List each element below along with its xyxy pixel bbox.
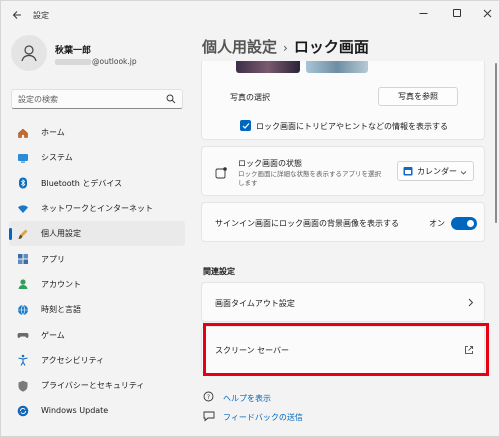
background-settings-card: 写真の選択 写真を参照 ロック画面にトリビアやヒントなどの情報を表示する (201, 61, 485, 140)
signin-background-label: サインイン画面にロック画面の背景画像を表示する (215, 219, 399, 228)
sidebar-item-label: 時刻と言語 (41, 305, 81, 315)
sidebar-item-label: ゲーム (41, 330, 65, 340)
sidebar-item-label: Bluetooth とデバイス (41, 178, 123, 188)
user-icon (21, 45, 37, 62)
user-email: @outlook.jp (55, 57, 137, 66)
close-button[interactable] (472, 3, 500, 23)
maximize-button[interactable] (442, 3, 472, 23)
sidebar-item-home[interactable]: ホーム (9, 120, 185, 145)
feedback-link[interactable]: フィードバックの送信 (223, 412, 303, 423)
close-icon (483, 9, 491, 17)
svg-text:?: ? (207, 394, 210, 401)
wifi-icon (17, 203, 29, 215)
chevron-down-icon (460, 171, 467, 175)
sidebar-item-system[interactable]: システム (9, 145, 185, 170)
brush-icon (17, 228, 29, 240)
chevron-right-icon (468, 298, 474, 307)
page-title: ロック画面 (293, 38, 369, 56)
search-box[interactable] (11, 89, 183, 109)
sidebar-item-label: プライバシーとセキュリティ (41, 381, 145, 391)
sidebar-item-label: アクセシビリティ (41, 355, 105, 365)
lock-status-dropdown[interactable]: カレンダー (397, 161, 474, 181)
sidebar-item-label: ホーム (41, 128, 65, 138)
update-icon (17, 405, 29, 417)
calendar-icon (403, 167, 413, 176)
apps-icon (17, 253, 29, 265)
lock-status-desc-line: ロック画面に詳細な状態を表示するアプリを選択 (238, 170, 381, 178)
checkmark-icon (242, 122, 249, 129)
sidebar-item-personalization[interactable]: 個人用設定 (9, 221, 185, 247)
app-title: 設定 (33, 11, 49, 20)
screen-saver-card[interactable]: スクリーン セーバー (201, 326, 485, 374)
user-name: 秋葉一郎 (55, 46, 92, 56)
shield-icon (17, 380, 29, 392)
sidebar-item-time-language[interactable]: 時刻と言語 (9, 297, 185, 322)
minimize-button[interactable] (408, 3, 438, 23)
trivia-checkbox[interactable] (240, 120, 251, 131)
photo-thumbnail[interactable] (306, 61, 368, 73)
lock-status-desc-line: します (238, 179, 258, 187)
sidebar-item-label: 個人用設定 (41, 229, 81, 239)
back-button[interactable] (9, 7, 25, 23)
sidebar-item-accessibility[interactable]: アクセシビリティ (9, 348, 185, 373)
screen-timeout-label: 画面タイムアウト設定 (215, 299, 295, 308)
account-icon (17, 278, 29, 290)
back-arrow-icon (12, 11, 21, 19)
sidebar-item-label: Windows Update (41, 406, 109, 416)
globe-clock-icon (17, 304, 29, 316)
photo-thumbnails (202, 61, 486, 73)
sidebar-item-privacy[interactable]: プライバシーとセキュリティ (9, 373, 185, 398)
bluetooth-icon (17, 177, 29, 189)
external-link-icon (465, 346, 473, 354)
help-link[interactable]: ヘルプを表示 (223, 393, 271, 404)
lock-status-icon (215, 167, 227, 179)
feedback-icon (203, 411, 215, 422)
avatar[interactable] (11, 35, 47, 71)
email-redaction (55, 59, 91, 65)
screen-saver-label: スクリーン セーバー (215, 346, 290, 355)
signin-background-toggle[interactable] (451, 217, 477, 230)
system-icon (17, 152, 29, 164)
sidebar-item-windows-update[interactable]: Windows Update (9, 398, 185, 423)
photo-thumbnail[interactable] (236, 61, 300, 73)
search-input[interactable] (18, 93, 158, 106)
screen-timeout-card[interactable]: 画面タイムアウト設定 (201, 282, 485, 322)
lock-status-card: ロック画面の状態 ロック画面に詳細な状態を表示するアプリを選択 します カレンダ… (201, 146, 485, 196)
settings-window: 設定 秋葉一郎 @outlook.jp ホーム システム Bluetoo (0, 0, 500, 437)
breadcrumb-separator: › (283, 41, 288, 55)
lock-status-description: ロック画面に詳細な状態を表示するアプリを選択 します (238, 170, 381, 188)
sidebar-item-network[interactable]: ネットワークとインターネット (9, 196, 185, 221)
signin-background-state: オン (429, 219, 445, 228)
scrollbar[interactable] (495, 63, 497, 223)
title-bar: 設定 (1, 1, 499, 29)
help-icon: ? (203, 391, 214, 402)
breadcrumb-parent[interactable]: 個人用設定 (202, 38, 277, 56)
sidebar-item-label: アカウント (41, 279, 81, 289)
home-icon (17, 127, 29, 139)
sidebar-item-accounts[interactable]: アカウント (9, 272, 185, 297)
browse-photos-button[interactable]: 写真を参照 (378, 87, 458, 106)
email-suffix: @outlook.jp (92, 57, 137, 66)
lock-status-value: カレンダー (417, 166, 457, 176)
maximize-icon (453, 9, 461, 17)
trivia-checkbox-label: ロック画面にトリビアやヒントなどの情報を表示する (256, 122, 448, 131)
sidebar-nav: ホーム システム Bluetooth とデバイス ネットワークとインターネット … (9, 120, 185, 424)
breadcrumb: 個人用設定 › ロック画面 (202, 36, 369, 57)
sidebar-item-apps[interactable]: アプリ (9, 246, 185, 271)
sidebar-item-label: ネットワークとインターネット (41, 204, 153, 214)
photo-select-label: 写真の選択 (230, 93, 270, 102)
minimize-icon (419, 12, 427, 14)
accessibility-icon (17, 354, 29, 367)
related-settings-heading: 関連設定 (203, 267, 235, 276)
sidebar-item-gaming[interactable]: ゲーム (9, 322, 185, 347)
sidebar-item-bluetooth[interactable]: Bluetooth とデバイス (9, 171, 185, 196)
main-content: 写真の選択 写真を参照 ロック画面にトリビアやヒントなどの情報を表示する ロック… (201, 61, 500, 437)
lock-status-title: ロック画面の状態 (238, 159, 302, 168)
sidebar-item-label: システム (41, 153, 73, 163)
search-icon[interactable] (166, 94, 176, 104)
signin-background-card: サインイン画面にロック画面の背景画像を表示する オン (201, 202, 485, 242)
gamepad-icon (17, 329, 29, 341)
sidebar-item-label: アプリ (41, 254, 65, 264)
